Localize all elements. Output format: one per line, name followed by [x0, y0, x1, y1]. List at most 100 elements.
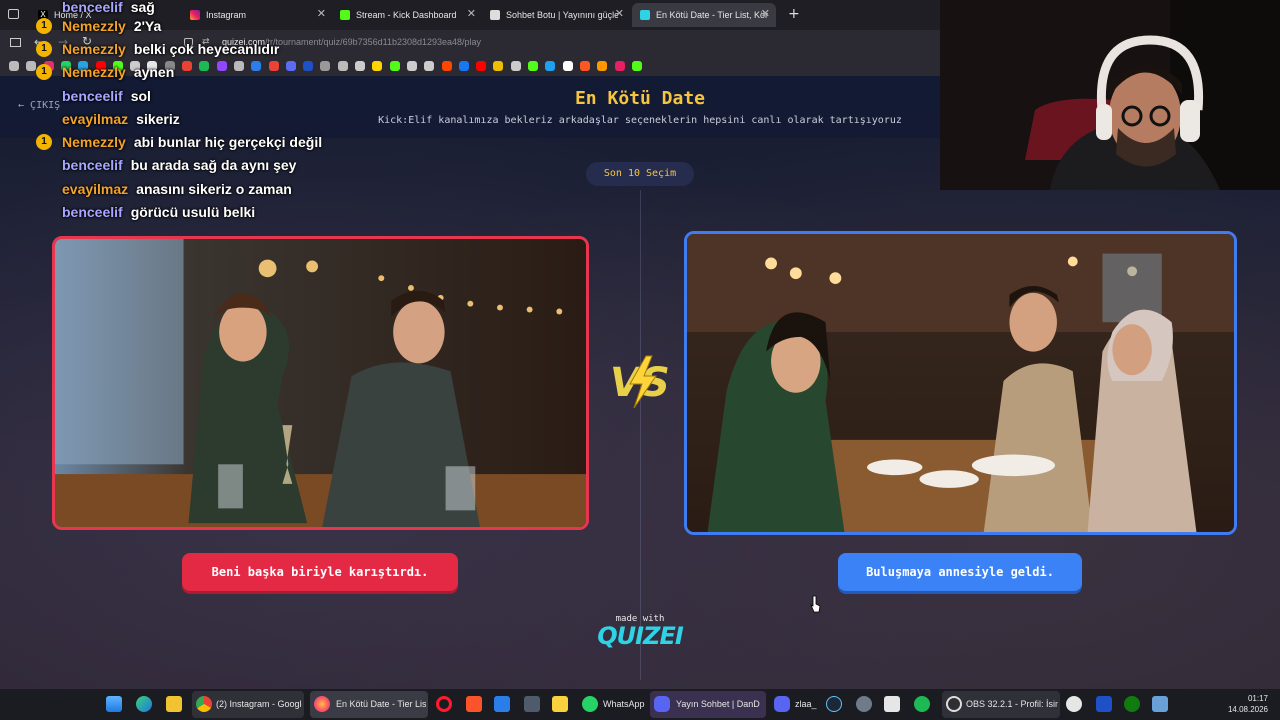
network-icon[interactable] [1152, 696, 1168, 712]
windows-start-icon[interactable] [106, 696, 122, 712]
chat-username[interactable]: Nemezzly [62, 41, 126, 57]
xbox-icon[interactable] [1124, 696, 1140, 712]
firefox-icon [314, 696, 330, 712]
mouse-cursor-icon [810, 595, 821, 613]
taskbar-label-instagram: (2) Instagram - Google C [216, 699, 302, 709]
chat-text: bu arada sağ da aynı şey [130, 157, 297, 173]
quizei-logo[interactable]: QUIZEI [596, 622, 684, 650]
clock-time: 01:17 [1247, 694, 1268, 703]
chat-text: 2'Ya [133, 18, 162, 34]
bookmark-icon[interactable] [233, 61, 244, 71]
chat-message: 1 Nemezzly aynen [36, 61, 174, 83]
arrow-left-icon: ← [18, 100, 31, 111]
right-option-button[interactable]: Buluşmaya annesiyle geldi. [838, 553, 1082, 591]
bookmark-icon[interactable] [424, 61, 435, 71]
chat-message: evayilmaz sikeriz [36, 108, 180, 130]
bookmark-icon[interactable] [493, 61, 504, 71]
chat-username[interactable]: benceelif [62, 204, 123, 220]
chat-text: görücü usulü belki [130, 204, 256, 220]
system-clock[interactable]: 01:17 14.08.2026 [1228, 693, 1268, 715]
snipping-tool-icon[interactable] [884, 696, 900, 712]
taskbar-label-obs: OBS 32.2.1 - Profil: İsims [966, 699, 1058, 709]
chat-username[interactable]: benceelif [62, 88, 123, 104]
new-tab-icon[interactable]: + [788, 6, 800, 22]
left-option-card[interactable] [52, 236, 589, 530]
settings-icon[interactable] [856, 696, 872, 712]
close-tab-icon[interactable]: ✕ [467, 7, 476, 20]
bookmark-icon[interactable] [458, 61, 469, 71]
clock-app-icon[interactable] [1066, 696, 1082, 712]
bookmark-icon[interactable] [528, 61, 538, 71]
calculator-icon[interactable] [524, 696, 540, 712]
instagram-icon [190, 10, 200, 20]
steam-icon[interactable] [826, 696, 842, 712]
spotify-icon[interactable] [914, 696, 930, 712]
bookmark-icon[interactable] [268, 61, 279, 71]
bookmark-icon[interactable] [9, 61, 19, 71]
bookmark-icon[interactable] [389, 61, 400, 71]
windows-taskbar: (2) Instagram - Google C En Kötü Date - … [0, 689, 1280, 720]
bookmark-icon[interactable] [320, 61, 331, 71]
close-tab-icon[interactable]: ✕ [615, 7, 624, 20]
bookmark-icon[interactable] [285, 61, 296, 71]
bookmark-icon[interactable] [562, 61, 573, 71]
sticky-notes-icon[interactable] [552, 696, 568, 712]
bookmark-icon[interactable] [216, 61, 227, 71]
tab-list-icon[interactable] [8, 9, 19, 19]
bookmark-icon[interactable] [303, 61, 314, 71]
bookmark-icon[interactable] [182, 61, 192, 71]
right-option-card[interactable] [684, 231, 1237, 535]
bookmark-icon[interactable] [372, 61, 383, 71]
store-icon[interactable] [494, 696, 510, 712]
subscriber-badge-icon: 1 [36, 64, 52, 80]
chat-username[interactable]: evayilmaz [62, 111, 128, 127]
chat-message: benceelif sol [36, 85, 151, 107]
subscriber-badge-icon: 1 [36, 41, 52, 57]
edge-icon[interactable] [136, 696, 152, 712]
brave-icon[interactable] [466, 696, 482, 712]
bookmark-icon[interactable] [631, 61, 642, 71]
chat-message: benceelif bu arada sağ da aynı şey [36, 154, 296, 176]
discord-icon[interactable] [774, 696, 790, 712]
bot-icon [490, 10, 500, 20]
center-divider [640, 190, 641, 680]
chat-username[interactable]: Nemezzly [62, 64, 126, 80]
bookmark-icon[interactable] [251, 61, 262, 71]
chat-message: 1 Nemezzly 2'Ya [36, 15, 161, 37]
chat-username[interactable]: Nemezzly [62, 18, 126, 34]
quizei-icon [640, 10, 650, 20]
bookmark-icon[interactable] [406, 61, 417, 71]
app-icon[interactable] [1096, 696, 1112, 712]
bookmark-icon[interactable] [337, 61, 348, 71]
sidebar-toggle-icon[interactable] [10, 38, 21, 47]
bookmark-icon[interactable] [476, 61, 487, 71]
bookmark-icon[interactable] [510, 61, 521, 71]
tab-kick-dashboard[interactable]: Stream - Kick Dashboard ✕ [332, 3, 482, 27]
tab-en-kotu-date[interactable]: En Kötü Date - Tier List, Kör Sıra ✕ [632, 3, 776, 27]
chat-username[interactable]: benceelif [62, 0, 123, 15]
close-tab-icon[interactable]: ✕ [317, 7, 326, 20]
chat-username[interactable]: evayilmaz [62, 181, 128, 197]
chat-message: 1 Nemezzly belki çok heyecanlıdır [36, 38, 279, 60]
bookmark-icon[interactable] [579, 61, 590, 71]
opera-icon[interactable] [436, 696, 452, 712]
chat-username[interactable]: Nemezzly [62, 134, 126, 150]
whatsapp-icon[interactable] [582, 696, 598, 712]
bookmark-icon[interactable] [199, 61, 210, 71]
tab-instagram[interactable]: Instagram ✕ [182, 3, 332, 27]
bookmark-icon[interactable] [26, 61, 37, 71]
file-explorer-icon[interactable] [166, 696, 182, 712]
bookmark-icon[interactable] [355, 61, 365, 71]
chat-username[interactable]: benceelif [62, 157, 123, 173]
taskbar-label-firefox: En Kötü Date - Tier List, [336, 699, 426, 709]
left-option-button[interactable]: Beni başka biriyle karıştırdı. [182, 553, 458, 591]
tab-sohbet-botu[interactable]: Sohbet Botu | Yayınını güçlendir ✕ [482, 3, 630, 27]
page-subtitle: Kick:Elif kanalımıza bekleriz arkadaşlar… [378, 115, 902, 126]
subscriber-badge-icon: 1 [36, 134, 52, 150]
bookmark-icon[interactable] [441, 61, 452, 71]
close-tab-icon[interactable]: ✕ [761, 7, 770, 20]
bookmark-icon[interactable] [545, 61, 556, 71]
bookmark-icon[interactable] [597, 61, 608, 71]
webcam-image [940, 0, 1280, 190]
bookmark-icon[interactable] [614, 61, 625, 71]
